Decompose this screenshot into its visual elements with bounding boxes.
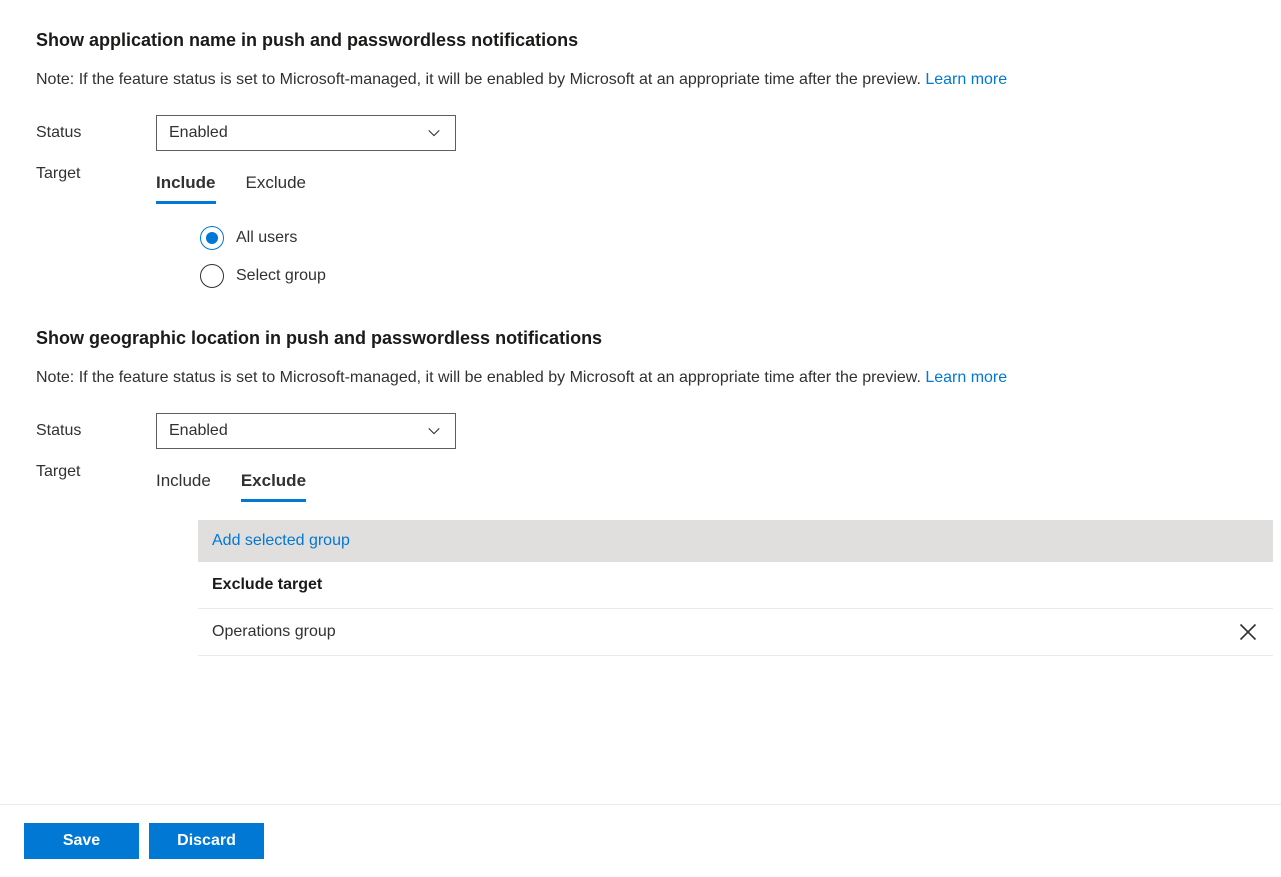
status-label: Status [36, 124, 156, 142]
tab-exclude[interactable]: Exclude [241, 467, 306, 502]
radio-icon [200, 264, 224, 288]
radio-select-group-label: Select group [236, 267, 326, 285]
tab-exclude[interactable]: Exclude [246, 169, 306, 204]
target-label: Target [36, 165, 156, 183]
target-radio-group: All users Select group [156, 226, 1245, 288]
add-selected-group-button[interactable]: Add selected group [198, 520, 1273, 562]
section-app-name-note: Note: If the feature status is set to Mi… [36, 71, 1245, 89]
tab-include[interactable]: Include [156, 169, 216, 204]
status-select[interactable]: Enabled [156, 413, 456, 449]
radio-icon [200, 226, 224, 250]
learn-more-link[interactable]: Learn more [925, 369, 1007, 386]
table-row: Operations group [198, 609, 1273, 656]
remove-button[interactable] [1237, 621, 1259, 643]
exclude-target-name: Operations group [212, 623, 336, 641]
footer-bar: Save Discard [0, 804, 1281, 877]
note-text: Note: If the feature status is set to Mi… [36, 71, 925, 88]
radio-select-group[interactable]: Select group [200, 264, 1245, 288]
note-text: Note: If the feature status is set to Mi… [36, 369, 925, 386]
section-app-name: Show application name in push and passwo… [36, 30, 1245, 288]
close-icon [1238, 622, 1258, 642]
radio-all-users-label: All users [236, 229, 297, 247]
chevron-down-icon [425, 422, 443, 440]
status-label: Status [36, 422, 156, 440]
status-select-value: Enabled [169, 422, 425, 440]
radio-all-users[interactable]: All users [200, 226, 1245, 250]
tab-include[interactable]: Include [156, 467, 211, 502]
discard-button[interactable]: Discard [149, 823, 264, 859]
section-geo-location: Show geographic location in push and pas… [36, 328, 1245, 656]
section-app-name-title: Show application name in push and passwo… [36, 30, 1245, 51]
status-select[interactable]: Enabled [156, 115, 456, 151]
exclude-table-header: Exclude target [198, 562, 1273, 609]
save-button[interactable]: Save [24, 823, 139, 859]
chevron-down-icon [425, 124, 443, 142]
exclude-panel: Add selected group Exclude target Operat… [156, 520, 1245, 656]
section-geo-location-note: Note: If the feature status is set to Mi… [36, 369, 1245, 387]
learn-more-link[interactable]: Learn more [925, 71, 1007, 88]
status-select-value: Enabled [169, 124, 425, 142]
target-label: Target [36, 463, 156, 481]
section-geo-location-title: Show geographic location in push and pas… [36, 328, 1245, 349]
